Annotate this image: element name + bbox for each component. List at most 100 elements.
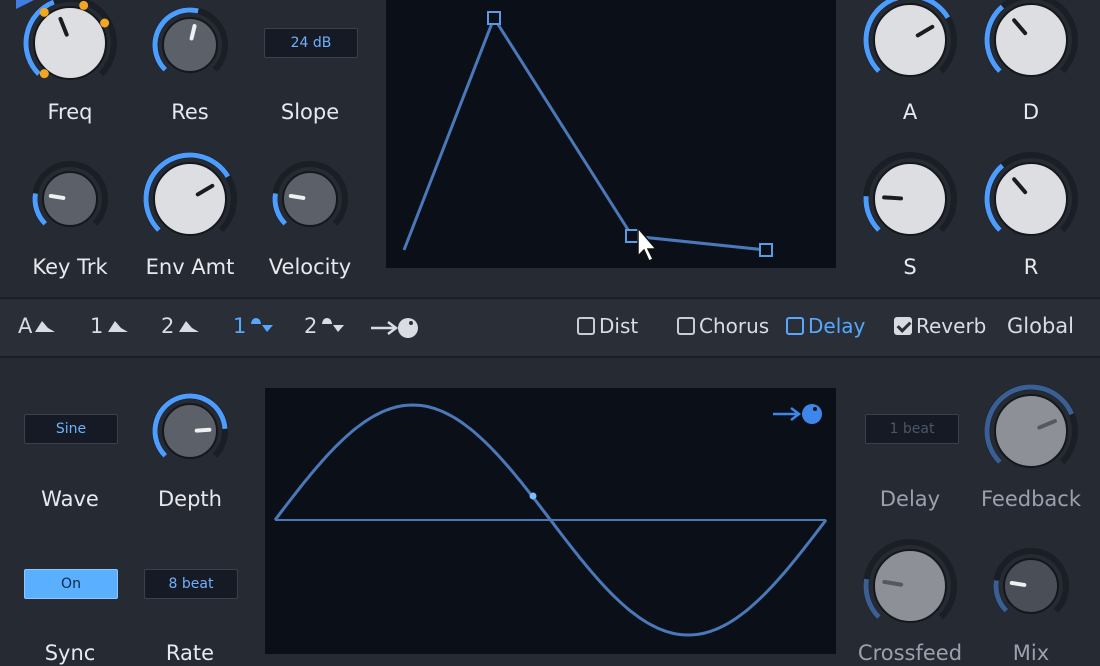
fx-tab-label: Delay [808,314,866,338]
velocity-label: Velocity [268,255,352,279]
freq-knob[interactable] [22,0,118,91]
wave-value-box[interactable]: Sine [24,414,118,444]
knob-body [994,394,1068,468]
feedback-label: Feedback [980,487,1081,511]
tab-env-1[interactable]: 1 [90,314,129,338]
knob-body [873,549,947,623]
sync-toggle[interactable]: On [24,569,118,599]
knob-indicator [48,193,66,200]
tab-global[interactable]: Global [1007,314,1074,338]
delay-checkbox[interactable] [786,317,804,335]
attack-handle [487,11,501,25]
knob-graphic [143,152,237,236]
tab-env-2[interactable]: 2 [161,314,200,338]
knob-graphic [984,384,1078,468]
knob-body [162,17,218,73]
mouse-cursor-icon [637,225,658,263]
mix-knob[interactable] [992,547,1070,625]
modulation-dot [100,18,110,28]
knob-graphic [23,0,117,80]
tab-label: 2 [304,314,318,338]
release-knob[interactable] [983,151,1079,247]
fx-tab-chorus[interactable]: Chorus [677,314,769,338]
wave-label: Wave [41,487,99,511]
knob-graphic [152,393,228,459]
modulation-dot [39,7,49,17]
lfo-waveform-graph[interactable] [265,388,836,654]
freq-label: Freq [47,100,93,124]
tab-label: A [18,314,33,338]
knob-graphic [863,539,957,623]
fx-tab-delay[interactable]: Delay [786,314,865,338]
modulation-dot [79,0,89,10]
sustain-handle [625,229,639,243]
divider-top [0,297,1100,299]
fx-tab-label: Chorus [699,314,770,338]
knob-indicator [882,195,904,201]
tab-lfo-1[interactable]: 1 [233,314,274,338]
lfo-shape-icon [251,318,274,332]
envelope-graph[interactable] [386,0,836,268]
release-handle [759,243,773,257]
res-label: Res [171,100,209,124]
knob-indicator [882,579,904,587]
attack-knob[interactable] [862,0,958,88]
lfo-waveform [273,403,828,637]
knob-indicator [288,193,306,200]
lfo-phase-dot [529,492,537,500]
fx-tab-label: Dist [599,314,639,338]
knob-body [282,171,338,227]
tab-label: 1 [233,314,247,338]
envelope-curve [402,11,773,263]
delay-time-value-box[interactable]: 1 beat [865,414,959,444]
crossfeed-knob[interactable] [862,538,958,634]
knob-body [873,3,947,77]
knob-body [994,162,1068,236]
knob-body [153,162,227,236]
slope-value-box[interactable]: 24 dB [264,28,358,58]
knob-indicator [194,427,212,433]
envelope-shape-icon [35,321,56,332]
sync-label: Sync [44,641,96,665]
knob-graphic [152,7,228,73]
fx-tab-label: Reverb [916,314,987,338]
fx-tab-dist[interactable]: Dist [577,314,638,338]
modulation-target-icon [371,318,418,338]
crossfeed-label: Crossfeed [857,641,963,665]
tab-label: 2 [161,314,175,338]
envelope-shape-icon [179,321,200,332]
envelope-shape-icon [108,321,129,332]
dist-checkbox[interactable] [577,317,595,335]
knob-indicator [1009,580,1027,587]
delay-label: Delay [879,487,941,511]
tab-label: 1 [90,314,104,338]
tab-mod-target[interactable] [370,316,420,345]
modulation-target-icon [773,404,822,424]
velocity-knob[interactable] [271,160,349,238]
attack-label: A [902,100,918,124]
key-trk-knob[interactable] [31,160,109,238]
knob-graphic [863,0,957,77]
knob-body [1003,558,1059,614]
tab-lfo-2[interactable]: 2 [304,314,345,338]
knob-body [33,6,107,80]
play-marker-icon [16,0,34,9]
chorus-checkbox[interactable] [677,317,695,335]
tab-amp-env[interactable]: A [18,314,56,338]
feedback-knob[interactable] [983,383,1079,479]
depth-knob[interactable] [151,392,229,470]
divider-bottom [0,356,1100,358]
res-knob[interactable] [151,6,229,84]
sustain-label: S [903,255,917,279]
decay-label: D [1022,100,1040,124]
env-amt-label: Env Amt [145,255,235,279]
decay-knob[interactable] [983,0,1079,88]
sustain-knob[interactable] [862,151,958,247]
rate-value-box[interactable]: 8 beat [144,569,238,599]
fx-tab-reverb[interactable]: Reverb [894,314,986,338]
reverb-checkbox[interactable] [894,317,912,335]
env-amt-knob[interactable] [142,151,238,247]
knob-graphic [32,161,108,227]
knob-graphic [984,152,1078,236]
release-label: R [1023,255,1039,279]
